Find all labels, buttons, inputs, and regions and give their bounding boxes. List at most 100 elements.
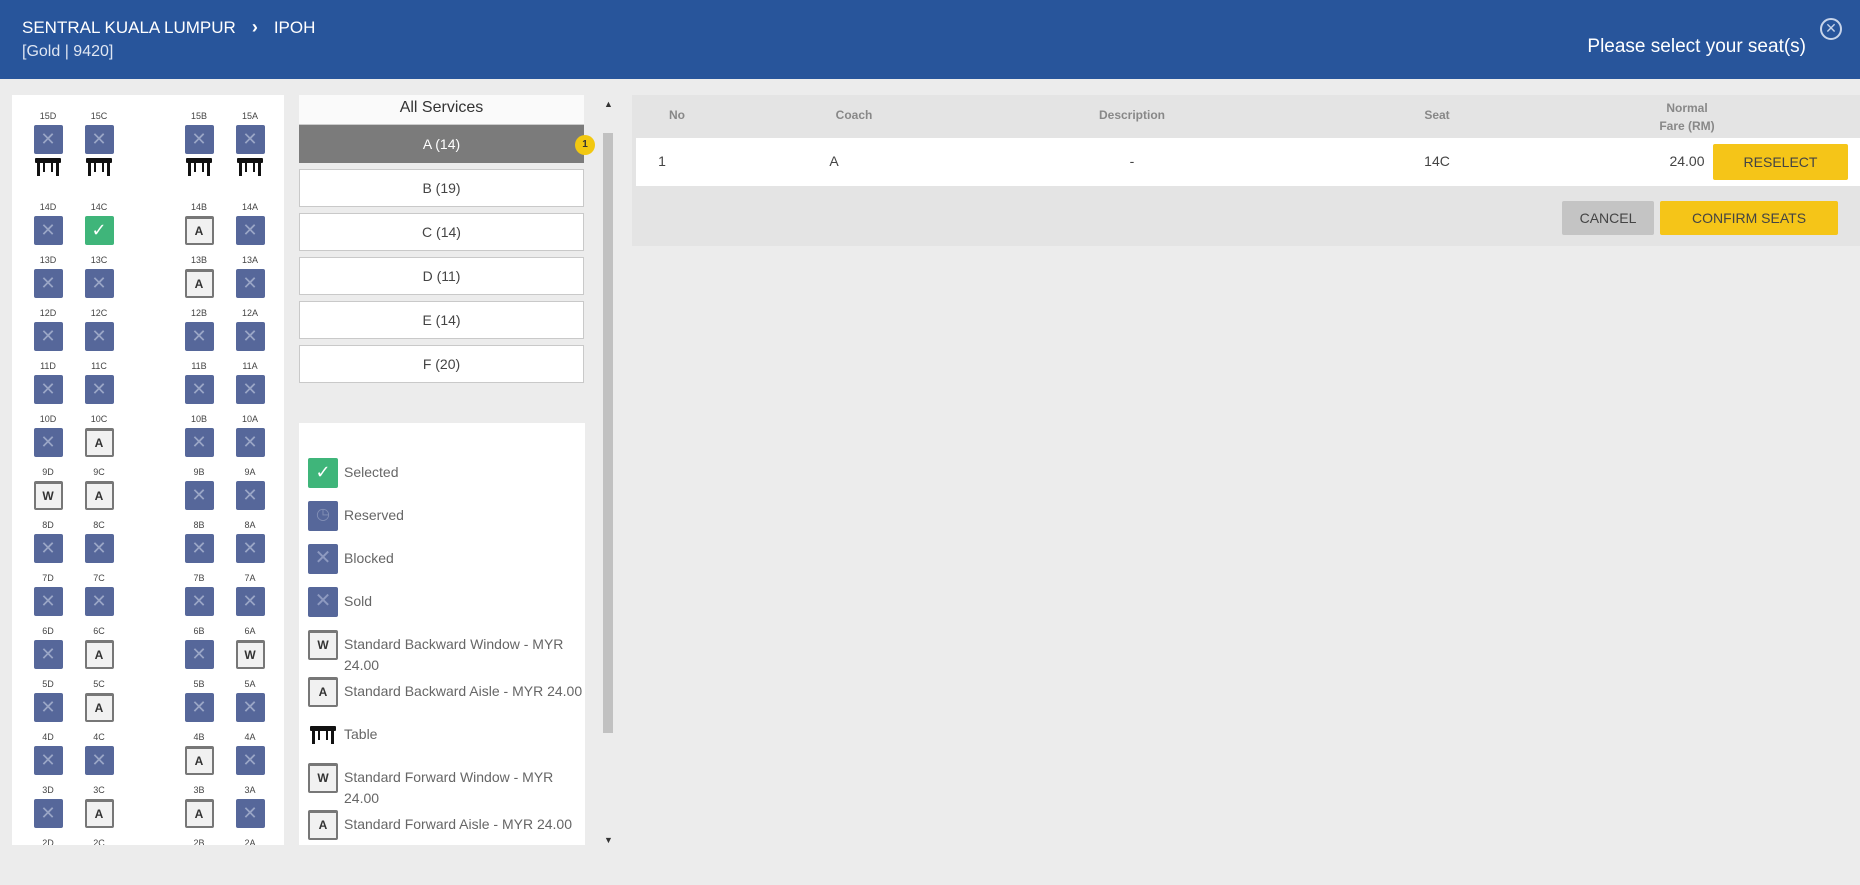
sold-seat-icon[interactable]: ✕ xyxy=(33,640,63,669)
aisle-seat-icon[interactable]: A xyxy=(84,640,114,669)
sold-seat-icon[interactable]: ✕ xyxy=(235,125,265,154)
table-icon xyxy=(308,720,338,750)
seat-10a: 10A ✕ xyxy=(235,413,265,457)
sold-seat-icon[interactable]: ✕ xyxy=(184,587,214,616)
sold-seat-icon[interactable]: ✕ xyxy=(33,799,63,828)
sold-seat-icon[interactable]: ✕ xyxy=(184,640,214,669)
sold-seat-icon[interactable]: ✕ xyxy=(235,269,265,298)
sold-seat-icon[interactable]: ✕ xyxy=(184,322,214,351)
seat-15c: 15C ✕ xyxy=(84,110,114,154)
sold-seat-icon[interactable]: ✕ xyxy=(184,125,214,154)
seat-5b: 5B ✕ xyxy=(184,678,214,722)
aisle-seat-icon[interactable]: A xyxy=(84,481,114,510)
sold-seat-icon[interactable]: ✕ xyxy=(184,428,214,457)
sold-seat-icon[interactable]: ✕ xyxy=(33,322,63,351)
seat-4b: 4B A xyxy=(184,731,214,775)
sold-seat-icon[interactable]: ✕ xyxy=(33,746,63,775)
legend-item: ✕ Blocked xyxy=(308,544,583,574)
seat-number-label: 7C xyxy=(93,573,105,583)
coach-tab-c[interactable]: C (14) xyxy=(299,213,584,251)
window-seat-icon[interactable]: W xyxy=(235,640,265,669)
seat-number-label: 7A xyxy=(244,573,256,583)
sold-seat-icon[interactable]: ✕ xyxy=(33,428,63,457)
sold-seat-icon[interactable]: ✕ xyxy=(33,125,63,154)
seat-row: 11D ✕ 11C ✕ 11B ✕ 11A ✕ xyxy=(12,360,284,413)
coach-tab-e[interactable]: E (14) xyxy=(299,301,584,339)
sold-seat-icon[interactable]: ✕ xyxy=(235,799,265,828)
sold-seat-icon[interactable]: ✕ xyxy=(235,746,265,775)
cancel-button[interactable]: CANCEL xyxy=(1562,201,1654,235)
coach-tab-label: B (19) xyxy=(422,180,461,196)
seat-row: 9D W 9C A 9B ✕ 9A ✕ xyxy=(12,466,284,519)
confirm-seats-button[interactable]: CONFIRM SEATS xyxy=(1660,201,1838,235)
close-icon[interactable]: ✕ xyxy=(1820,18,1842,40)
sold-seat-icon[interactable]: ✕ xyxy=(33,269,63,298)
col-description: Description xyxy=(1098,108,1165,122)
sold-seat-icon[interactable]: ✕ xyxy=(84,587,114,616)
coach-tab-a[interactable]: A (14) 1 xyxy=(299,125,595,163)
sold-seat-icon[interactable]: ✕ xyxy=(84,322,114,351)
aisle-seat-icon[interactable]: A xyxy=(84,428,114,457)
seat-10b: 10B ✕ xyxy=(184,413,214,457)
reselect-button[interactable]: RESELECT xyxy=(1713,144,1848,180)
seat-row: 7D ✕ 7C ✕ 7B ✕ 7A ✕ xyxy=(12,572,284,625)
sold-seat-icon[interactable]: ✕ xyxy=(184,375,214,404)
sold-seat-icon[interactable]: ✕ xyxy=(235,322,265,351)
seat-number-label: 14D xyxy=(39,202,57,212)
sold-seat-icon[interactable]: ✕ xyxy=(184,534,214,563)
sold-seat-icon[interactable]: ✕ xyxy=(235,693,265,722)
seat-number-label: 2B xyxy=(193,838,205,845)
aisle-seat-icon[interactable]: A xyxy=(184,216,214,245)
seat-row: 6D ✕ 6C A 6B ✕ 6A W xyxy=(12,625,284,678)
aisle-seat-icon[interactable]: A xyxy=(84,693,114,722)
seat-number-label: 7B xyxy=(193,573,205,583)
sold-seat-icon[interactable]: ✕ xyxy=(235,375,265,404)
sold-seat-icon[interactable]: ✕ xyxy=(33,534,63,563)
aisle-seat-icon[interactable]: A xyxy=(84,799,114,828)
coach-tab-label: D (11) xyxy=(422,268,461,284)
seat-number-label: 9A xyxy=(244,467,256,477)
table-row-icons xyxy=(12,156,284,184)
sold-seat-icon[interactable]: ✕ xyxy=(235,587,265,616)
sold-seat-icon[interactable]: ✕ xyxy=(235,481,265,510)
seat-number-label: 12C xyxy=(90,308,108,318)
scroll-up-icon[interactable]: ▲ xyxy=(604,99,613,109)
col-no: No xyxy=(669,108,685,122)
seat-icon: A xyxy=(308,677,338,707)
coach-tab-f[interactable]: F (20) xyxy=(299,345,584,383)
seat-number-label: 6B xyxy=(193,626,205,636)
selected-seat-icon[interactable]: ✓ xyxy=(84,216,114,245)
scroll-down-icon[interactable]: ▼ xyxy=(604,835,613,845)
sold-seat-icon[interactable]: ✕ xyxy=(235,216,265,245)
seat-4d: 4D ✕ xyxy=(33,731,63,775)
seat-number-label: 14C xyxy=(90,202,108,212)
seat-row: 3D ✕ 3C A 3B A 3A ✕ xyxy=(12,784,284,837)
sold-seat-icon[interactable]: ✕ xyxy=(84,746,114,775)
scrollbar-thumb[interactable] xyxy=(603,133,613,733)
sold-seat-icon[interactable]: ✕ xyxy=(33,375,63,404)
aisle-seat-icon[interactable]: A xyxy=(184,746,214,775)
sold-seat-icon[interactable]: ✕ xyxy=(33,587,63,616)
seat-7b: 7B ✕ xyxy=(184,572,214,616)
legend-item: ✓ Selected xyxy=(308,458,583,488)
sold-seat-icon[interactable]: ✕ xyxy=(84,375,114,404)
seat-number-label: 11D xyxy=(40,361,56,371)
sold-seat-icon[interactable]: ✕ xyxy=(235,428,265,457)
sold-seat-icon[interactable]: ✕ xyxy=(235,534,265,563)
coach-list-scrollbar[interactable]: ▲ ▼ xyxy=(601,95,615,845)
seat-number-label: 5D xyxy=(42,679,54,689)
sold-seat-icon[interactable]: ✕ xyxy=(184,693,214,722)
aisle-seat-icon[interactable]: A xyxy=(184,799,214,828)
sold-seat-icon[interactable]: ✕ xyxy=(84,269,114,298)
window-seat-icon[interactable]: W xyxy=(33,481,63,510)
coach-tab-d[interactable]: D (11) xyxy=(299,257,584,295)
sold-seat-icon[interactable]: ✕ xyxy=(33,693,63,722)
sold-seat-icon[interactable]: ✕ xyxy=(84,125,114,154)
coach-list: A (14) 1 B (19) C (14) D (11) E (14) F (20) xyxy=(299,125,595,383)
sold-seat-icon[interactable]: ✕ xyxy=(84,534,114,563)
seat-5a: 5A ✕ xyxy=(235,678,265,722)
sold-seat-icon[interactable]: ✕ xyxy=(33,216,63,245)
sold-seat-icon[interactable]: ✕ xyxy=(184,481,214,510)
aisle-seat-icon[interactable]: A xyxy=(184,269,214,298)
coach-tab-b[interactable]: B (19) xyxy=(299,169,584,207)
